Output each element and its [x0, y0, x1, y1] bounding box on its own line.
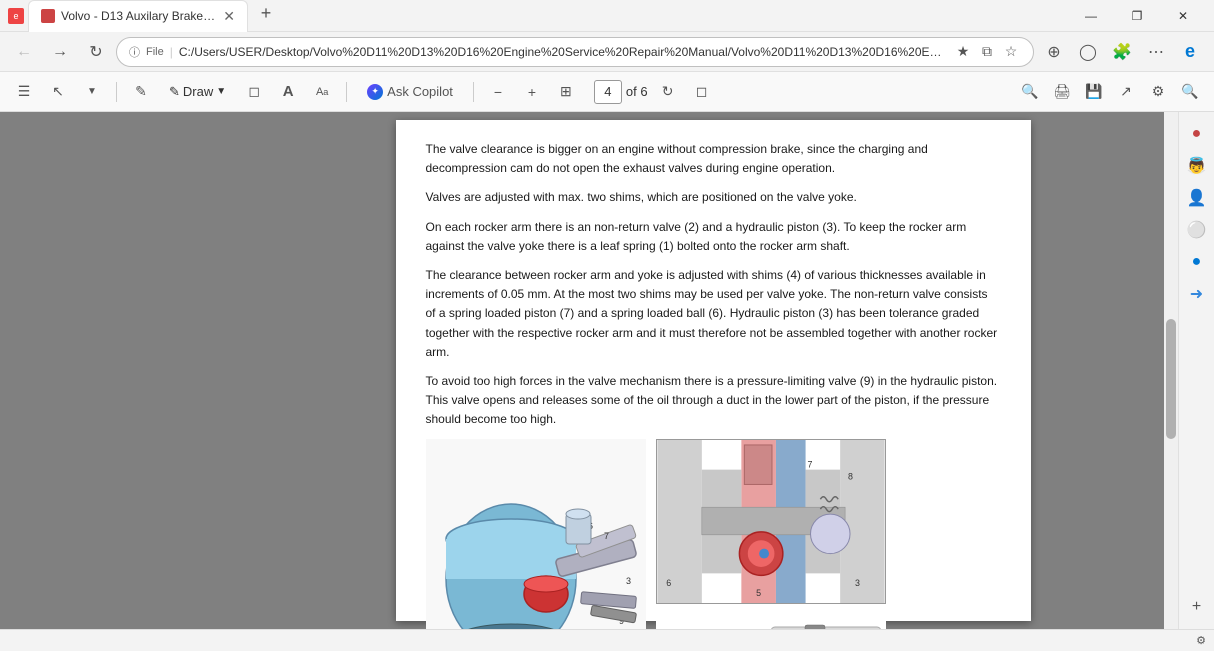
- toolbar-separator-3: [473, 82, 474, 102]
- pdf-search-button[interactable]: 🔍: [1016, 78, 1044, 106]
- svg-text:6: 6: [666, 579, 671, 589]
- edge-sidebar-outlook-icon[interactable]: ●: [1183, 248, 1211, 276]
- maximize-button[interactable]: ❐: [1114, 0, 1160, 32]
- assembly-svg: A: [656, 612, 886, 629]
- svg-text:3: 3: [626, 576, 631, 586]
- ask-copilot-label: Ask Copilot: [387, 84, 453, 99]
- forward-button[interactable]: →: [44, 36, 76, 68]
- pdf-rotate-button[interactable]: ↻: [654, 78, 682, 106]
- pdf-settings-button[interactable]: ⚙: [1144, 78, 1172, 106]
- pdf-zoom-in-button[interactable]: +: [518, 78, 546, 106]
- pdf-background[interactable]: The valve clearance is bigger on an engi…: [262, 112, 1164, 629]
- page-number-input[interactable]: [594, 80, 622, 104]
- tab-favicon-icon: [41, 9, 55, 23]
- extensions-icon[interactable]: 🧩: [1106, 36, 1138, 68]
- more-tools-icon[interactable]: ⋯: [1140, 36, 1172, 68]
- refresh-button[interactable]: ↻: [80, 36, 112, 68]
- edge-sidebar-bag-icon[interactable]: 👼: [1183, 152, 1211, 180]
- edge-sidebar-profile-icon[interactable]: ●: [1183, 120, 1211, 148]
- pdf-page: The valve clearance is bigger on an engi…: [396, 120, 1031, 621]
- tab-area: Volvo - D13 Auxilary Brake Engin... ✕ +: [28, 0, 1068, 32]
- titlebar-left: e: [8, 8, 24, 24]
- draw-label: Draw: [183, 84, 213, 99]
- pdf-search-right-button[interactable]: 🔍: [1176, 78, 1204, 106]
- pdf-font-icon[interactable]: A: [274, 78, 302, 106]
- pdf-save-button[interactable]: 💾: [1080, 78, 1108, 106]
- edge-sidebar-circle-icon[interactable]: ⚪: [1183, 216, 1211, 244]
- pdf-print-button[interactable]: 🖨: [1048, 78, 1076, 106]
- toolbar-separator-2: [346, 82, 347, 102]
- pdf-draw-button[interactable]: ✎ Draw ▼: [161, 78, 234, 106]
- pdf-highlight-icon[interactable]: ✎: [127, 78, 155, 106]
- pdf-left-margin: [0, 112, 262, 629]
- pdf-eraser-icon[interactable]: ◻: [240, 78, 268, 106]
- pdf-menu-icon[interactable]: ☰: [10, 78, 38, 106]
- edge-sidebar: ● 👼 👤 ⚪ ● ➜ +: [1178, 112, 1214, 629]
- pdf-cursor-dropdown-icon[interactable]: ▼: [78, 78, 106, 106]
- pdf-fit-page-button[interactable]: ⊞: [552, 78, 580, 106]
- edge-logo-icon[interactable]: e: [1174, 36, 1206, 68]
- pdf-zoom-out-button[interactable]: −: [484, 78, 512, 106]
- ask-copilot-button[interactable]: ✦ Ask Copilot: [357, 78, 463, 106]
- svg-text:7: 7: [807, 460, 812, 470]
- svg-text:8: 8: [848, 472, 853, 482]
- split-screen-icon[interactable]: ⧉: [977, 42, 997, 62]
- addressbar: ← → ↻ ⓘ File | C:/Users/USER/Desktop/Vol…: [0, 32, 1214, 72]
- paragraph-1: The valve clearance is bigger on an engi…: [426, 140, 1001, 178]
- paragraph-4: The clearance between rocker arm and yok…: [426, 266, 1001, 362]
- new-tab-button[interactable]: +: [252, 0, 280, 28]
- page-total: of 6: [626, 84, 648, 99]
- scrollbar-thumb[interactable]: [1166, 319, 1176, 439]
- active-tab[interactable]: Volvo - D13 Auxilary Brake Engin... ✕: [28, 0, 248, 32]
- collections-icon[interactable]: ⊕: [1038, 36, 1070, 68]
- edge-sidebar-add-icon[interactable]: +: [1183, 593, 1211, 621]
- edge-sidebar-arrow-icon[interactable]: ➜: [1183, 280, 1211, 308]
- scrollbar[interactable]: [1164, 112, 1178, 629]
- titlebar-controls: — ❐ ✕: [1068, 0, 1206, 32]
- draw-icon: ✎: [169, 84, 180, 100]
- svg-text:7: 7: [604, 531, 609, 541]
- favorites-star-icon[interactable]: ★: [953, 42, 973, 62]
- profile-icon[interactable]: ◯: [1072, 36, 1104, 68]
- toolbar-separator-1: [116, 82, 117, 102]
- minimize-button[interactable]: —: [1068, 0, 1114, 32]
- status-settings-icon[interactable]: ⚙: [1196, 634, 1206, 647]
- page-navigation: of 6: [594, 80, 648, 104]
- pdf-cursor-icon[interactable]: ↖: [44, 78, 72, 106]
- paragraph-2: Valves are adjusted with max. two shims,…: [426, 188, 1001, 207]
- diagram-cross-section: 7 8 6 3 5: [656, 439, 886, 604]
- paragraph-5: To avoid too high forces in the valve me…: [426, 372, 1001, 430]
- back-button[interactable]: ←: [8, 36, 40, 68]
- diagram-3d-svg: 6 7 3 9 4: [426, 439, 646, 629]
- pdf-share-button[interactable]: ↗: [1112, 78, 1140, 106]
- main-content: The valve clearance is bigger on an engi…: [0, 112, 1214, 629]
- tab-title: Volvo - D13 Auxilary Brake Engin...: [61, 9, 217, 23]
- diagram-3d-left: 6 7 3 9 4: [426, 439, 646, 629]
- svg-text:5: 5: [756, 589, 761, 599]
- diagrams-right: 7 8 6 3 5: [656, 439, 886, 629]
- favorites-add-icon[interactable]: ☆: [1001, 42, 1021, 62]
- diagrams-container: 6 7 3 9 4: [426, 439, 1001, 629]
- paragraph-3: On each rocker arm there is an non-retur…: [426, 218, 1001, 256]
- titlebar: e Volvo - D13 Auxilary Brake Engin... ✕ …: [0, 0, 1214, 32]
- diagram-assembly-bottom: A: [656, 612, 886, 629]
- address-box[interactable]: ⓘ File | C:/Users/USER/Desktop/Volvo%20D…: [116, 37, 1034, 67]
- svg-text:3: 3: [854, 579, 859, 589]
- close-button[interactable]: ✕: [1160, 0, 1206, 32]
- pdf-two-page-button[interactable]: ◻: [688, 78, 716, 106]
- edge-sidebar-person-icon[interactable]: 👤: [1183, 184, 1211, 212]
- address-icons: ★ ⧉ ☆: [953, 42, 1021, 62]
- cross-section-svg: 7 8 6 3 5: [657, 440, 885, 603]
- browser-logo-icon: e: [8, 8, 24, 24]
- draw-dropdown-icon: ▼: [216, 86, 226, 97]
- status-bar: ⚙: [0, 629, 1214, 651]
- copilot-icon: ✦: [367, 84, 383, 100]
- pdf-toolbar: ☰ ↖ ▼ ✎ ✎ Draw ▼ ◻ A Aa ✦ Ask Copilot − …: [0, 72, 1214, 112]
- browser-toolbar-right: ⊕ ◯ 🧩 ⋯ e: [1038, 36, 1206, 68]
- pdf-font-superscript-icon[interactable]: Aa: [308, 78, 336, 106]
- pdf-right-tools: 🔍 🖨 💾 ↗ ⚙ 🔍: [1016, 78, 1204, 106]
- address-text: C:/Users/USER/Desktop/Volvo%20D11%20D13%…: [179, 45, 947, 59]
- tab-close-icon[interactable]: ✕: [223, 8, 235, 25]
